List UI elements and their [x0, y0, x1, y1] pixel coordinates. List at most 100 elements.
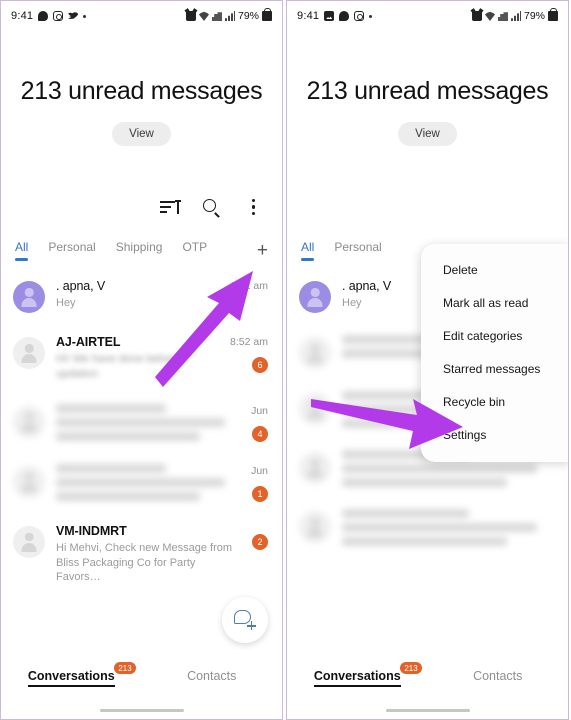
list-item[interactable]: Jun 1: [1, 453, 282, 513]
redacted-preview: [56, 491, 200, 501]
tab-shipping[interactable]: Shipping: [116, 240, 163, 261]
status-time: 9:41: [297, 10, 320, 22]
avatar: [299, 337, 331, 369]
add-category-button[interactable]: +: [257, 241, 268, 260]
more-options-icon[interactable]: [242, 196, 264, 218]
avatar: [13, 465, 45, 498]
tab-all[interactable]: All: [301, 240, 315, 261]
battery-level: 79%: [237, 10, 259, 22]
conversation-time: 8:52 am: [230, 336, 268, 348]
status-bar: 9:41 79%: [1, 1, 282, 31]
status-time: 9:41: [11, 10, 34, 22]
redacted-preview: [56, 417, 226, 427]
redacted-preview: [56, 431, 200, 441]
page-title: 213 unread messages: [20, 77, 263, 105]
conversation-preview: Hi! We have done below updation: [56, 353, 176, 380]
twitter-icon: [68, 12, 79, 19]
redacted-preview: [56, 477, 226, 487]
new-conversation-icon: [234, 609, 256, 631]
nav-contacts[interactable]: Contacts: [428, 669, 569, 683]
unread-badge: 4: [252, 425, 268, 442]
tab-personal[interactable]: Personal: [334, 240, 381, 261]
toolbar: [1, 192, 282, 222]
conversation-body: AJ-AIRTEL Hi! We have done below updatio…: [56, 335, 219, 382]
nav-contacts[interactable]: Contacts: [142, 669, 283, 683]
toolbar: [287, 192, 568, 222]
tab-personal[interactable]: Personal: [48, 240, 95, 261]
phone-screen-left: 9:41 79% 213 unread messages View All Pe…: [0, 0, 283, 720]
menu-item-mark-all-as-read[interactable]: Mark all as read: [421, 286, 568, 319]
menu-item-edit-categories[interactable]: Edit categories: [421, 319, 568, 352]
instagram-icon: [354, 11, 365, 21]
search-icon[interactable]: [200, 196, 222, 218]
overflow-menu: Delete Mark all as read Edit categories …: [421, 244, 568, 462]
avatar: [299, 511, 331, 543]
nav-conversations-badge: 213: [400, 662, 422, 674]
status-bar: 9:41 79%: [287, 1, 568, 31]
conversation-meta: Jun 1: [251, 464, 268, 502]
new-conversation-button[interactable]: [222, 597, 268, 643]
nav-contacts-label: Contacts: [187, 669, 237, 683]
avatar: [13, 281, 45, 313]
battery-level: 79%: [523, 10, 545, 22]
wifi-icon: [484, 11, 495, 21]
menu-item-settings[interactable]: Settings: [421, 418, 568, 451]
conversation-preview: Hi Mehvi, Check new Message from Bliss P…: [56, 541, 233, 584]
view-button[interactable]: View: [398, 122, 457, 146]
messenger-icon: [339, 11, 350, 21]
conversation-name: VM-INDMRT: [56, 523, 127, 538]
signal-icon: [510, 11, 521, 21]
sort-icon[interactable]: [158, 196, 182, 218]
page-header: 213 unread messages View: [287, 31, 568, 146]
list-item[interactable]: . apna, V Hey 9:11 am: [1, 268, 282, 324]
unread-badge: 2: [252, 533, 268, 550]
home-indicator: [385, 708, 470, 712]
redacted-name: [342, 509, 470, 518]
conversation-meta: 8:52 am 6: [230, 335, 268, 373]
list-item[interactable]: VM-INDMRT Hi Mehvi, Check new Message fr…: [1, 513, 282, 597]
conversation-body: [342, 509, 554, 546]
tab-all[interactable]: All: [15, 240, 29, 261]
list-item[interactable]: AJ-AIRTEL Hi! We have done below updatio…: [1, 324, 282, 393]
page-header: 213 unread messages View: [1, 31, 282, 146]
battery-icon: [262, 8, 272, 21]
list-item[interactable]: [287, 498, 568, 557]
avatar: [13, 337, 45, 369]
conversation-name: AJ-AIRTEL: [56, 335, 121, 349]
menu-item-starred-messages[interactable]: Starred messages: [421, 352, 568, 385]
status-bar-left: 9:41: [11, 10, 87, 22]
conversation-meta: Jun 4: [251, 404, 268, 442]
redacted-preview: [342, 464, 538, 473]
battery-icon: [548, 8, 558, 21]
nav-contacts-label: Contacts: [473, 669, 523, 683]
nav-conversations[interactable]: Conversations 213: [1, 662, 142, 687]
menu-item-recycle-bin[interactable]: Recycle bin: [421, 385, 568, 418]
conversation-meta: 2: [252, 524, 268, 550]
list-item[interactable]: Jun 4: [1, 393, 282, 453]
signal-icon: [224, 11, 235, 21]
tab-otp[interactable]: OTP: [182, 240, 207, 261]
status-bar-left: 9:41: [297, 10, 373, 22]
messenger-icon: [38, 11, 49, 21]
redacted-name: [56, 463, 167, 473]
avatar: [299, 452, 331, 484]
redacted-preview: [342, 537, 508, 546]
conversation-name: . apna, V: [56, 279, 106, 293]
conversation-time: 9:11 am: [230, 280, 268, 292]
unread-badge: 1: [252, 485, 268, 502]
conversation-list: . apna, V Hey 9:11 am AJ-AIRTEL Hi! We h…: [1, 268, 282, 596]
menu-item-delete[interactable]: Delete: [421, 253, 568, 286]
nav-conversations[interactable]: Conversations 213: [287, 662, 428, 687]
nav-conversations-label: Conversations: [313, 669, 401, 683]
bottom-navigation: Conversations 213 Contacts: [1, 657, 282, 719]
status-bar-right: 79%: [471, 8, 558, 22]
alarm-icon: [185, 11, 196, 21]
redacted-preview: [342, 523, 538, 532]
home-indicator: [99, 708, 184, 712]
avatar: [13, 405, 45, 438]
network-icon: [497, 12, 508, 21]
view-button[interactable]: View: [112, 122, 171, 146]
avatar: [299, 281, 331, 313]
conversation-preview: Hey: [56, 297, 76, 309]
wifi-icon: [198, 11, 209, 21]
